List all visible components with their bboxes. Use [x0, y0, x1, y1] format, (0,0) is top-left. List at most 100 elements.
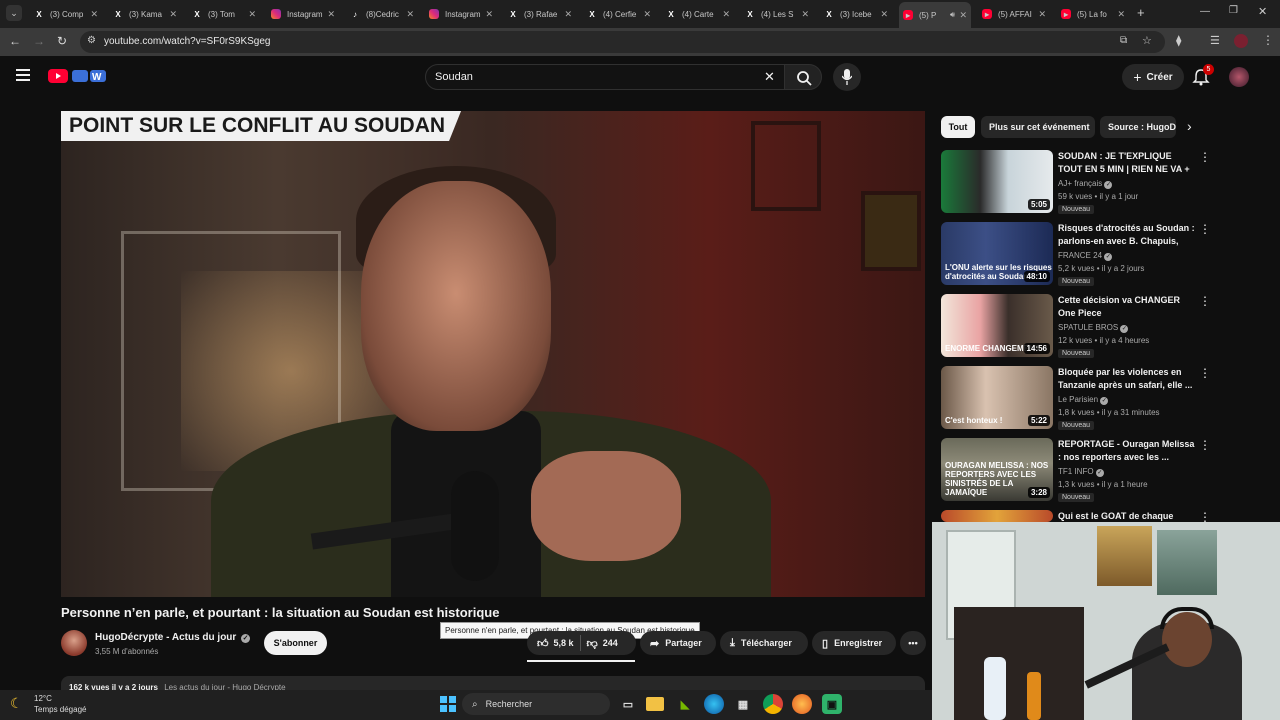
- chip-source[interactable]: Source : HugoD: [1100, 116, 1176, 138]
- close-tab-icon[interactable]: ✕: [564, 9, 572, 20]
- bookmark-star-icon[interactable]: ☆: [1142, 34, 1152, 47]
- firefox-icon[interactable]: [792, 694, 812, 714]
- clear-search-icon[interactable]: ✕: [764, 69, 775, 85]
- close-tab-icon[interactable]: ✕: [880, 9, 888, 20]
- create-button[interactable]: + Créer: [1122, 64, 1184, 90]
- close-tab-icon[interactable]: ✕: [248, 9, 256, 20]
- subscribe-button[interactable]: S'abonner: [264, 631, 327, 655]
- nvidia-icon[interactable]: ◣: [675, 694, 695, 714]
- install-app-icon[interactable]: ⧉: [1120, 35, 1127, 46]
- recommended-title[interactable]: Risques d'atrocités au Soudan : parlons-…: [1058, 222, 1196, 248]
- back-icon[interactable]: ←: [9, 34, 21, 48]
- close-tab-icon[interactable]: ✕: [801, 9, 809, 20]
- browser-menu-icon[interactable]: ⋮: [1262, 33, 1274, 47]
- video-thumbnail[interactable]: L'ONU alerte sur les risques d'atrocités…: [941, 222, 1053, 285]
- search-button[interactable]: [784, 64, 822, 90]
- more-vertical-icon[interactable]: ⋮: [1199, 150, 1211, 164]
- recommended-channel[interactable]: FRANCE 24 ✓: [1058, 251, 1113, 261]
- browser-tab[interactable]: Instagram ✕: [425, 4, 497, 24]
- recommended-video[interactable]: ENORME CHANGEMENT 14:56 Cette décision va …: [941, 294, 1216, 358]
- video-thumbnail[interactable]: ENORME CHANGEMENT 14:56: [941, 294, 1053, 357]
- recommended-video[interactable]: L'ONU alerte sur les risques d'atrocités…: [941, 222, 1216, 286]
- browser-tab[interactable]: X (4) Cerfie ✕: [583, 4, 655, 24]
- close-tab-icon[interactable]: ✕: [959, 10, 967, 21]
- hamburger-menu-icon[interactable]: [16, 68, 32, 81]
- chip-related-event[interactable]: Plus sur cet événement: [981, 116, 1095, 138]
- video-thumbnail[interactable]: C'est honteux ! 5:22: [941, 366, 1053, 429]
- recommended-title[interactable]: REPORTAGE - Ouragan Melissa : nos report…: [1058, 438, 1196, 464]
- close-tab-icon[interactable]: ✕: [643, 9, 651, 20]
- file-explorer-icon[interactable]: [646, 697, 664, 711]
- task-view-icon[interactable]: ▭: [618, 694, 638, 714]
- recommended-title[interactable]: SOUDAN : JE T'EXPLIQUE TOUT EN 5 MIN | R…: [1058, 150, 1196, 176]
- channel-avatar[interactable]: [61, 630, 87, 656]
- youtube-logo[interactable]: W: [48, 68, 108, 84]
- tab-groups-icon[interactable]: ☰: [1210, 34, 1220, 47]
- like-button[interactable]: 👍︎ 5,8 k: [537, 637, 574, 650]
- recommended-video[interactable]: 5:05 SOUDAN : JE T'EXPLIQUE TOUT EN 5 MIN…: [941, 150, 1216, 214]
- more-vertical-icon[interactable]: ⋮: [1199, 366, 1211, 380]
- app-icon[interactable]: ▣: [822, 694, 842, 714]
- recommended-channel[interactable]: Le Parisien ✓: [1058, 395, 1109, 405]
- close-tab-icon[interactable]: ✕: [327, 9, 335, 20]
- browser-tab[interactable]: X (3) Kama ✕: [109, 4, 181, 24]
- video-thumbnail[interactable]: OURAGAN MELISSA : NOS REPORTERS AVEC LES…: [941, 438, 1053, 501]
- video-player[interactable]: POINT SUR LE CONFLIT AU SOUDAN: [61, 111, 925, 597]
- tab-search-menu-icon[interactable]: ⌄: [6, 5, 22, 21]
- close-tab-icon[interactable]: ✕: [1038, 9, 1046, 20]
- account-avatar[interactable]: [1229, 67, 1249, 87]
- dislike-button[interactable]: 👎︎ 244: [587, 637, 618, 650]
- site-info-icon[interactable]: ⚙: [87, 35, 96, 46]
- browser-tab[interactable]: ▸ (5) P ✕ 🔊︎: [899, 2, 971, 28]
- browser-tab[interactable]: X (4) Carte ✕: [662, 4, 734, 24]
- more-actions-button[interactable]: •••: [900, 631, 926, 655]
- notifications-button[interactable]: 5: [1192, 64, 1214, 88]
- recommended-channel[interactable]: AJ+ français ✓: [1058, 179, 1113, 189]
- browser-tab[interactable]: Instagram ✕: [267, 4, 339, 24]
- chip-all[interactable]: Tout: [941, 116, 975, 138]
- start-button[interactable]: [438, 694, 458, 714]
- voice-search-button[interactable]: [833, 63, 861, 91]
- channel-name[interactable]: HugoDécrypte - Actus du jour ✓: [95, 632, 251, 643]
- video-thumbnail[interactable]: [941, 510, 1053, 522]
- save-button[interactable]: ▯ Enregistrer: [812, 631, 896, 655]
- browser-tab[interactable]: X (3) Tom ✕: [188, 4, 260, 24]
- recommended-title[interactable]: Cette décision va CHANGER One Piece: [1058, 294, 1196, 320]
- close-tab-icon[interactable]: ✕: [1117, 9, 1125, 20]
- browser-tab[interactable]: ▸ (5) AFFAI ✕: [978, 4, 1050, 24]
- new-tab-button[interactable]: +: [1137, 5, 1145, 20]
- close-tab-icon[interactable]: ✕: [722, 9, 730, 20]
- chrome-icon[interactable]: [763, 694, 783, 714]
- recommended-video[interactable]: C'est honteux ! 5:22 Bloquée par les viole…: [941, 366, 1216, 430]
- close-tab-icon[interactable]: ✕: [90, 9, 98, 20]
- extensions-icon[interactable]: ⧫: [1176, 34, 1181, 47]
- edge-icon[interactable]: [704, 694, 724, 714]
- audio-playing-icon[interactable]: 🔊︎: [950, 10, 955, 20]
- more-vertical-icon[interactable]: ⋮: [1199, 294, 1211, 308]
- search-input[interactable]: Soudan ✕: [425, 64, 785, 90]
- recommended-title[interactable]: Bloquée par les violences en Tanzanie ap…: [1058, 366, 1196, 392]
- address-bar[interactable]: ⚙ youtube.com/watch?v=SF0rS9KSgeg ⧉ ☆: [80, 31, 1165, 53]
- forward-icon[interactable]: →: [33, 34, 45, 48]
- share-button[interactable]: ➦ Partager: [640, 631, 716, 655]
- close-window-icon[interactable]: ✕: [1258, 5, 1267, 18]
- browser-tab[interactable]: X (4) Les S ✕: [741, 4, 813, 24]
- video-thumbnail[interactable]: 5:05: [941, 150, 1053, 213]
- store-icon[interactable]: ▦: [733, 694, 753, 714]
- download-button[interactable]: ⤓ Télécharger: [720, 631, 808, 655]
- taskbar-search[interactable]: ⌕ Rechercher: [462, 693, 610, 715]
- browser-tab[interactable]: X (3) Icebe ✕: [820, 4, 892, 24]
- browser-tab[interactable]: ♪ (8)Cedric ✕: [346, 4, 418, 24]
- chips-next-icon[interactable]: ›: [1187, 118, 1192, 134]
- minimize-icon[interactable]: —: [1200, 6, 1210, 17]
- browser-tab[interactable]: ▸ (5) La fo ✕: [1057, 4, 1129, 24]
- more-vertical-icon[interactable]: ⋮: [1199, 438, 1211, 452]
- close-tab-icon[interactable]: ✕: [169, 9, 177, 20]
- browser-tab[interactable]: X (3) Rafae ✕: [504, 4, 576, 24]
- more-vertical-icon[interactable]: ⋮: [1199, 222, 1211, 236]
- browser-tab[interactable]: X (3) Comp ✕: [30, 4, 102, 24]
- close-tab-icon[interactable]: ✕: [406, 9, 414, 20]
- restore-icon[interactable]: ❐: [1229, 5, 1238, 16]
- profile-avatar[interactable]: [1234, 34, 1248, 48]
- recommended-channel[interactable]: TF1 INFO ✓: [1058, 467, 1104, 477]
